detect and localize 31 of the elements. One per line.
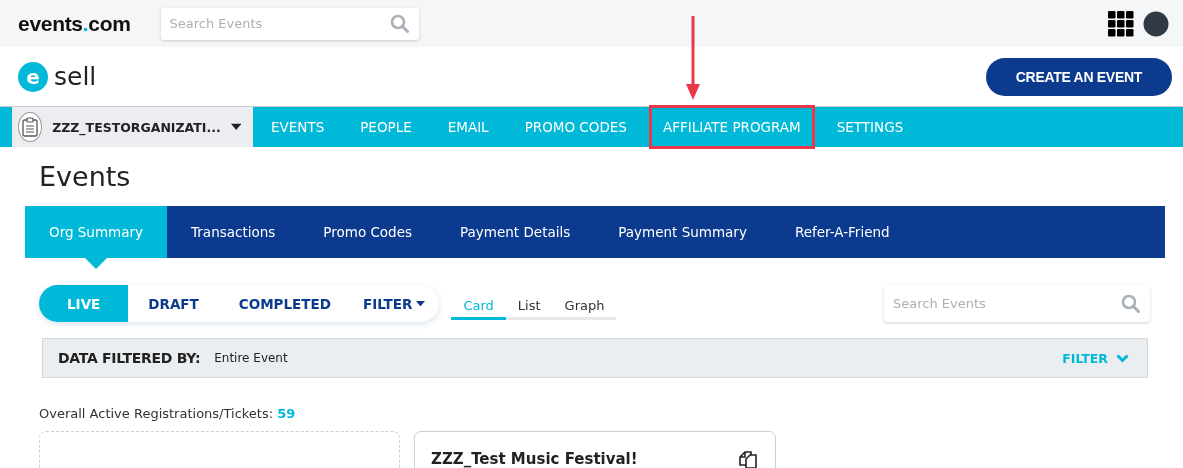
- registrations-summary: Overall Active Registrations/Tickets: 59: [39, 406, 297, 421]
- caret-icon: [416, 300, 426, 307]
- tab[interactable]: Refer-A-Friend: [770, 206, 914, 258]
- brand-logo: e: [18, 61, 48, 92]
- brand-name: sell: [54, 62, 97, 91]
- avatar-icon[interactable]: [1143, 10, 1169, 37]
- filter-value: Entire Event: [214, 351, 288, 365]
- tab[interactable]: Payment Details: [436, 206, 595, 258]
- view-tab[interactable]: List: [505, 293, 553, 320]
- events-logo[interactable]: events.com: [18, 11, 131, 36]
- clipboard-icon: [18, 112, 43, 142]
- status-filter[interactable]: COMPLETED: [218, 285, 351, 322]
- event-card[interactable]: ZZZ_Test Music Festival!: [414, 431, 776, 468]
- status-filter[interactable]: DRAFT: [128, 285, 219, 322]
- filter-label: DATA FILTERED BY:: [58, 350, 201, 366]
- tab[interactable]: Transactions: [167, 206, 300, 258]
- tab[interactable]: Payment Summary: [594, 206, 771, 258]
- caret-icon: [230, 123, 241, 131]
- create-event-button[interactable]: CREATE AN EVENT: [985, 57, 1172, 96]
- chevron-down-icon: [1116, 353, 1129, 363]
- tab-pointer: [85, 258, 107, 269]
- copy-icon[interactable]: [737, 450, 759, 468]
- apps-grid-icon[interactable]: [1108, 10, 1134, 37]
- tab[interactable]: Promo Codes: [299, 206, 437, 258]
- search-field[interactable]: Search Events: [160, 7, 419, 40]
- filter-dropdown[interactable]: FILTER: [350, 285, 440, 322]
- organization-selector[interactable]: ZZZ_TESTORGANIZATI...: [12, 107, 253, 147]
- page-title: Events: [39, 161, 132, 192]
- view-tab[interactable]: Graph: [552, 293, 617, 320]
- event-title: ZZZ_Test Music Festival!: [431, 450, 638, 468]
- search-field[interactable]: Search Events: [884, 285, 1150, 322]
